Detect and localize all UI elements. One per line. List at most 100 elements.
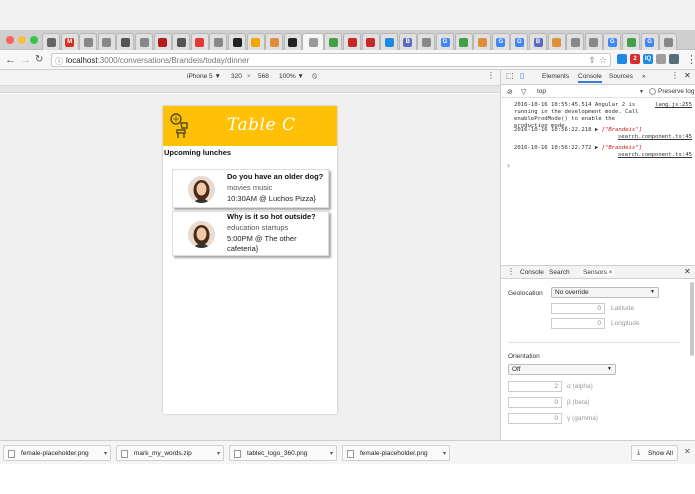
- more-tabs-button[interactable]: »: [642, 73, 646, 80]
- download-item[interactable]: female-placeholder.png ▾: [342, 445, 450, 461]
- drawer-menu-icon[interactable]: ⋮: [507, 267, 515, 276]
- browser-tab[interactable]: [172, 33, 191, 50]
- browser-tab[interactable]: [79, 33, 98, 50]
- tab-sources[interactable]: Sources: [609, 73, 633, 80]
- device-menu-icon[interactable]: ⋮: [487, 71, 495, 80]
- console-value[interactable]: ["Brandeis"]: [602, 127, 642, 133]
- browser-tab[interactable]: B: [398, 33, 417, 50]
- longitude-input[interactable]: 0: [551, 318, 605, 329]
- browser-tab[interactable]: [566, 33, 585, 50]
- browser-tab[interactable]: [228, 33, 246, 50]
- close-devtools-icon[interactable]: ✕: [684, 71, 691, 80]
- download-item[interactable]: tablec_logo_360.png ▾: [229, 445, 337, 461]
- clear-console-icon[interactable]: ⊘: [507, 88, 513, 96]
- console-source-link[interactable]: search.component.ts:45: [618, 134, 692, 141]
- inspect-element-icon[interactable]: ⬚: [506, 71, 514, 80]
- browser-tab[interactable]: [116, 33, 135, 50]
- browser-tab[interactable]: [190, 33, 209, 50]
- latitude-input[interactable]: 0: [551, 303, 605, 314]
- rotate-icon[interactable]: ⦸: [312, 71, 317, 81]
- drawer-tab-sensors[interactable]: Sensors ×: [581, 269, 615, 276]
- star-icon[interactable]: ☆: [599, 55, 607, 66]
- square-icon[interactable]: [656, 54, 666, 64]
- browser-tab[interactable]: [473, 33, 492, 50]
- console-prompt[interactable]: ›: [506, 162, 684, 170]
- device-height[interactable]: 568: [258, 73, 269, 80]
- zoom-select[interactable]: 100% ▼: [279, 73, 304, 80]
- badge-icon[interactable]: 2: [630, 54, 640, 64]
- browser-tab[interactable]: [454, 33, 473, 50]
- orientation-select[interactable]: Off ▼: [508, 364, 616, 375]
- chevron-down-icon[interactable]: ▾: [443, 450, 446, 457]
- browser-tab[interactable]: G: [603, 33, 622, 50]
- devtools-menu-icon[interactable]: ⋮: [671, 71, 679, 80]
- drawer-tab-console[interactable]: Console: [520, 269, 544, 276]
- tab-elements[interactable]: Elements: [542, 73, 569, 80]
- chevron-down-icon[interactable]: ▾: [104, 450, 107, 457]
- browser-tab[interactable]: [153, 33, 172, 50]
- address-bar[interactable]: ⓘ localhost:3000/conversations/Brandeis/…: [51, 53, 611, 67]
- browser-tab[interactable]: [584, 33, 603, 50]
- browser-tab[interactable]: [417, 33, 436, 50]
- browser-tab[interactable]: [246, 33, 265, 50]
- back-icon[interactable]: ←: [5, 54, 16, 66]
- browser-tab[interactable]: M: [60, 33, 79, 50]
- close-window-icon[interactable]: [6, 36, 14, 44]
- forward-icon[interactable]: →: [20, 54, 31, 66]
- beta-input[interactable]: 0: [508, 397, 562, 408]
- device-width[interactable]: 320: [231, 73, 242, 80]
- browser-tab[interactable]: [324, 33, 343, 50]
- browser-tab[interactable]: [283, 33, 302, 50]
- iq-icon[interactable]: IQ: [643, 54, 653, 64]
- globe-icon[interactable]: [617, 54, 627, 64]
- close-drawer-icon[interactable]: ✕: [684, 267, 691, 276]
- minimize-window-icon[interactable]: [18, 36, 26, 44]
- alpha-input[interactable]: 2: [508, 381, 562, 392]
- browser-tab[interactable]: [547, 33, 566, 50]
- browser-tab[interactable]: [135, 33, 153, 50]
- preserve-log-checkbox[interactable]: [649, 88, 656, 95]
- browser-tab[interactable]: [361, 33, 380, 50]
- browser-tab[interactable]: [265, 33, 284, 50]
- browser-tab[interactable]: [97, 33, 116, 50]
- show-all-button[interactable]: ⤓ Show All: [631, 445, 678, 461]
- browser-tab[interactable]: [302, 33, 325, 50]
- browser-tab[interactable]: [209, 33, 228, 50]
- context-dropdown-icon[interactable]: ▼: [639, 89, 644, 95]
- chevron-down-icon[interactable]: ▾: [217, 450, 220, 457]
- tab-console[interactable]: Console: [578, 73, 602, 83]
- browser-tab[interactable]: G: [436, 33, 454, 50]
- browser-tab[interactable]: [659, 33, 678, 50]
- console-source-link[interactable]: lang.js:255: [655, 102, 692, 109]
- info-icon[interactable]: ⓘ: [55, 56, 63, 67]
- browser-tab[interactable]: G: [510, 33, 529, 50]
- browser-tab[interactable]: [622, 33, 640, 50]
- lunch-card[interactable]: Why is it so hot outside? education star…: [172, 211, 329, 256]
- lunch-card[interactable]: Do you have an older dog? movies music 1…: [172, 169, 329, 208]
- download-item[interactable]: female-placeholder.png ▾: [3, 445, 111, 461]
- browser-tab[interactable]: [380, 33, 399, 50]
- drawer-tab-search[interactable]: Search: [549, 269, 570, 276]
- geolocation-select[interactable]: No override ▼: [551, 287, 659, 298]
- context-select[interactable]: top: [537, 88, 546, 95]
- device-select[interactable]: iPhone 5 ▼: [187, 73, 221, 80]
- browser-tab[interactable]: B: [529, 33, 547, 50]
- drawer-scrollbar[interactable]: [690, 282, 694, 356]
- browser-tab[interactable]: G: [640, 33, 659, 50]
- console-source-link[interactable]: search.component.ts:45: [618, 152, 692, 159]
- chrome-menu-icon[interactable]: ⋮: [686, 54, 695, 66]
- console-value[interactable]: ["Brandeis"]: [602, 145, 642, 151]
- gamma-input[interactable]: 0: [508, 413, 562, 424]
- filter-icon[interactable]: ▽: [521, 88, 526, 96]
- browser-tab[interactable]: [343, 33, 361, 50]
- close-downloads-icon[interactable]: ✕: [684, 447, 691, 456]
- maximize-window-icon[interactable]: [30, 36, 38, 44]
- cast-icon[interactable]: ⇪: [588, 55, 596, 66]
- browser-tab[interactable]: [42, 33, 60, 50]
- download-item[interactable]: mark_my_words.zip ▾: [116, 445, 224, 461]
- device-mode-icon[interactable]: ▯: [520, 71, 524, 80]
- browser-tab[interactable]: G: [491, 33, 510, 50]
- chevron-down-icon[interactable]: ▾: [330, 450, 333, 457]
- ghost-icon[interactable]: [669, 54, 679, 64]
- reload-icon[interactable]: ↻: [35, 54, 43, 66]
